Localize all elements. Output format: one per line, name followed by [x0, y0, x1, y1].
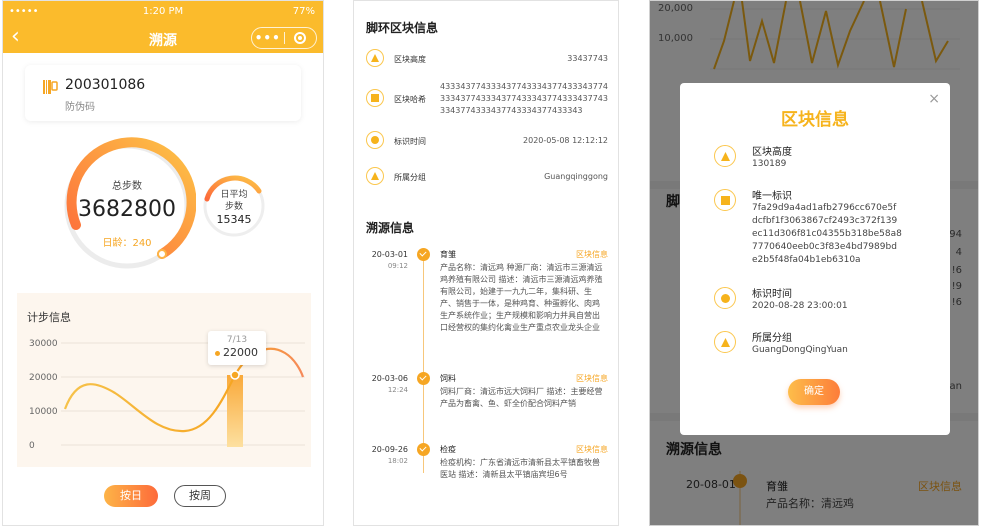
- y-tick-label: 30000: [29, 339, 58, 349]
- timeline-check-icon: [417, 443, 430, 456]
- block-height-icon: [714, 145, 736, 167]
- block-height-key: 区块高度: [394, 55, 426, 64]
- by-week-button[interactable]: 按周: [174, 485, 226, 507]
- dialog-key: 所属分组: [752, 333, 792, 344]
- tooltip-date: 7/13: [226, 335, 248, 345]
- highlight-point: [230, 370, 240, 380]
- clock-icon: [714, 287, 736, 309]
- block-info-link[interactable]: 区块信息: [576, 444, 608, 455]
- dialog-value: 2020-08-28 23:00:01: [752, 301, 848, 311]
- step-chart-plot: 30000 20000 10000 0: [29, 339, 305, 451]
- timeline-check-icon: [417, 248, 430, 261]
- dialog-key: 唯一标识: [752, 191, 792, 202]
- y-tick-label: 20000: [29, 373, 58, 383]
- timeline-time: 18:02: [387, 457, 408, 465]
- block-info-link[interactable]: 区块信息: [576, 249, 608, 260]
- dialog-value: 7fa29d9a4ad1afb2796cc670e5fdcfbf1f306386…: [752, 203, 902, 265]
- timeline-time: 09:12: [387, 262, 408, 270]
- barcode-icon: [43, 80, 58, 94]
- confirm-button[interactable]: 确定: [788, 379, 840, 405]
- more-icon[interactable]: •••: [252, 31, 284, 45]
- close-target-icon[interactable]: [284, 32, 316, 44]
- nav-bar: ‹ 溯源 •••: [3, 23, 323, 53]
- miniprogram-capsule: •••: [251, 27, 317, 49]
- block-hash-icon: [366, 89, 384, 107]
- chart-tooltip: 7/13 22000: [208, 331, 266, 365]
- tooltip-value: 22000: [223, 346, 258, 359]
- timeline-date: 20-09-26: [371, 445, 408, 454]
- trace-detail-page: 脚环区块信息 区块高度 33437743 区块哈希 43334377433343…: [353, 0, 619, 526]
- battery-indicator: 77%: [292, 6, 315, 17]
- by-day-button[interactable]: 按日: [104, 485, 158, 507]
- timeline-line: [423, 253, 424, 473]
- block-info-modal-screen: 20,000 10,000 脚 94 4 !6 !9 !6 an 溯源信息 20…: [649, 0, 979, 526]
- y-tick-label: 10000: [29, 407, 58, 417]
- dialog-key: 区块高度: [752, 147, 792, 158]
- dialog-value: GuangDongQingYuan: [752, 345, 848, 355]
- step-chart: 计步信息 30000 20000 10000 0 7/13 22000: [17, 293, 311, 467]
- status-bar: ••••• 1:20 PM 77%: [3, 1, 323, 23]
- avg-label-line2: 步数: [224, 202, 243, 212]
- block-info-title: 脚环区块信息: [366, 21, 439, 35]
- close-icon[interactable]: ×: [928, 91, 940, 107]
- clock-icon: [366, 131, 384, 149]
- group-value: Guangqinggong: [544, 172, 608, 181]
- block-height-icon: [366, 49, 384, 67]
- block-hash-key: 区块哈希: [394, 95, 426, 104]
- step-line: [63, 347, 305, 433]
- dialog-title: 区块信息: [781, 110, 849, 130]
- group-icon: [714, 331, 736, 353]
- block-height-value: 33437743: [567, 54, 608, 63]
- timeline-time: 12:24: [387, 386, 408, 394]
- block-hash-value: 4333437743334377433343774333437743334377…: [440, 82, 608, 115]
- anti-fake-card: 200301086 防伪码: [25, 65, 301, 121]
- timeline-title: 育雏: [440, 250, 456, 259]
- status-time: 1:20 PM: [142, 6, 184, 17]
- timeline-date: 20-03-06: [371, 374, 408, 383]
- total-steps-label: 总步数: [112, 181, 142, 192]
- group-key: 所属分组: [394, 173, 426, 182]
- timeline-check-icon: [417, 372, 430, 385]
- timeline-desc: 饲料厂商：清远市远大饲料厂 描述：主要经营产品为畜禽、鱼、虾全价配合饲料产销: [440, 387, 603, 408]
- mark-time-value: 2020-05-08 12:12:12: [523, 136, 608, 145]
- phone-screen: ••••• 1:20 PM 77% ‹ 溯源 ••• 200301086 防伪码: [2, 0, 324, 526]
- timeline-date: 20-03-01: [371, 250, 408, 259]
- timeline-desc: 产品名称：清远鸡 种源厂商：清远市三源清远鸡养殖有限公司 描述：清远市三源清远鸡…: [440, 263, 603, 332]
- mark-time-key: 标识时间: [394, 137, 426, 146]
- total-steps-value: 3682800: [78, 197, 176, 222]
- group-icon: [366, 167, 384, 185]
- anti-fake-code: 200301086: [65, 77, 146, 93]
- anti-fake-label: 防伪码: [65, 102, 95, 113]
- unique-id-icon: [714, 189, 736, 211]
- dialog-key: 标识时间: [752, 289, 792, 300]
- y-tick-label: 0: [29, 441, 35, 451]
- block-info-dialog: 区块信息 × 区块高度 130189 唯一标识 7fa29d9a4ad1afb2…: [680, 83, 950, 435]
- timeline-desc: 检疫机构：广东省清远市清新县太平镇畜牧兽医站 描述：清新县太平镇庙宾坦6号: [440, 458, 600, 479]
- age-days: 日龄：240: [102, 238, 152, 249]
- dialog-value: 130189: [752, 159, 787, 169]
- avg-steps-value: 15345: [216, 213, 252, 226]
- tooltip-dot: [215, 351, 220, 356]
- timeline-title: 饲料: [440, 374, 456, 383]
- trace-info-title: 溯源信息: [366, 221, 415, 235]
- block-info-link[interactable]: 区块信息: [576, 373, 608, 384]
- timeline-title: 检疫: [440, 445, 456, 454]
